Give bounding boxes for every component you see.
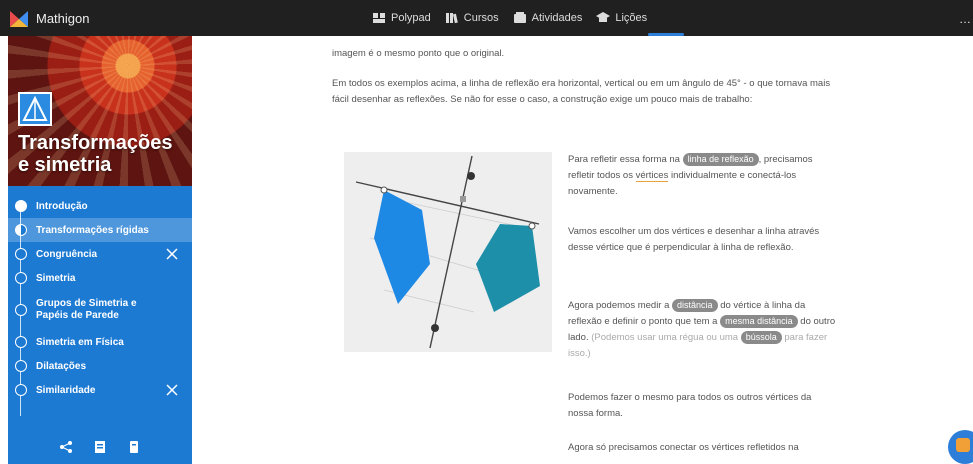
toc-done-icon: [15, 200, 27, 212]
toc-item-transformacoes-rigidas[interactable]: Transformações rígidas: [8, 218, 192, 242]
toc-item-label: Grupos de Simetria e Papéis de Parede: [36, 298, 137, 321]
paragraph: Em todos os exemplos acima, a linha de r…: [332, 78, 831, 105]
nav-cursos-label: Cursos: [463, 12, 499, 24]
distance-pill[interactable]: distância: [672, 299, 718, 312]
vertex-point: [528, 222, 536, 230]
toc-todo-icon: [15, 384, 27, 396]
toc-progress-icon: [15, 224, 27, 236]
vertices-glossary-link[interactable]: vértices: [635, 170, 669, 182]
toc-item-label: Dilatações: [36, 360, 87, 372]
courses-icon: [445, 13, 458, 24]
line-handle: [431, 324, 439, 332]
original-shape: [374, 190, 430, 304]
main-nav: Polypad Cursos Atividades Lições: [372, 11, 647, 25]
toc-item-label: Congruência: [36, 248, 98, 260]
reflection-figure[interactable]: [344, 152, 552, 352]
top-bar: Mathigon Polypad Cursos Atividades Liçõe…: [0, 0, 973, 36]
toc-todo-icon: [15, 272, 27, 284]
right-angle-marker: [460, 196, 466, 202]
same-distance-pill[interactable]: mesma distância: [720, 315, 798, 328]
paragraph: imagem é o mesmo ponto que o original.: [332, 48, 505, 59]
assistant-button[interactable]: [948, 430, 973, 464]
fox-icon: [956, 438, 970, 452]
step-text: Agora podemos medir a distância do vérti…: [568, 298, 838, 362]
reflection-line-pill[interactable]: linha de reflexão: [682, 153, 759, 166]
step-text: Agora só precisamos conectar os vértices…: [568, 442, 799, 453]
step-text: Para refletir essa forma na linha de ref…: [568, 152, 838, 200]
lessons-icon: [596, 12, 611, 22]
toc-item-grupos-de-simetria[interactable]: Grupos de Simetria e Papéis de Parede: [8, 290, 192, 330]
toc-item-introducao[interactable]: Introdução: [8, 194, 192, 218]
compass-pill[interactable]: bússola: [740, 331, 782, 344]
toc-todo-icon: [15, 248, 27, 260]
nav-licoes-label: Lições: [615, 12, 648, 24]
step-text-part: Para refletir essa forma na: [568, 154, 680, 165]
toc-item-similaridade[interactable]: Similaridade: [8, 378, 192, 402]
notes-icon[interactable]: [127, 440, 141, 454]
sidebar-actions: [8, 430, 192, 464]
vertex-point: [380, 186, 388, 194]
hint-text: (Podemos usar uma régua ou uma: [591, 332, 739, 343]
toc-item-simetria-em-fisica[interactable]: Simetria em Física: [8, 330, 192, 354]
toc-item-label: Simetria: [36, 272, 76, 284]
toc-todo-icon: [15, 360, 27, 372]
nav-atividades-label: Atividades: [531, 12, 583, 24]
nav-cursos[interactable]: Cursos: [445, 11, 499, 25]
toc-item-congruencia[interactable]: Congruência: [8, 242, 192, 266]
toc-todo-icon: [15, 304, 27, 316]
nav-polypad-label: Polypad: [391, 12, 431, 24]
course-sidebar: Transformações e simetria Introdução Tra…: [8, 36, 192, 464]
nav-polypad[interactable]: Polypad: [372, 11, 431, 25]
brand[interactable]: Mathigon: [10, 9, 89, 27]
toc-item-label: Similaridade: [36, 384, 96, 396]
toc-item-label: Transformações rígidas: [36, 224, 149, 236]
toc-item-dilatacoes[interactable]: Dilatações: [8, 354, 192, 378]
line-handle: [467, 172, 475, 180]
reflection-diagram: [355, 155, 540, 349]
nav-licoes[interactable]: Lições: [596, 11, 647, 25]
share-icon[interactable]: [59, 440, 73, 454]
toc-item-simetria[interactable]: Simetria: [8, 266, 192, 290]
course-title: Transformações e simetria: [18, 132, 173, 176]
course-hero-image: Transformações e simetria: [8, 36, 192, 186]
table-of-contents: Introdução Transformações rígidas Congru…: [8, 186, 192, 416]
brand-name: Mathigon: [36, 10, 90, 26]
mathigon-logo-icon: [10, 11, 28, 27]
account-menu[interactable]: …: [959, 12, 971, 26]
polypad-icon: [373, 13, 385, 23]
tools-icon: [166, 384, 178, 396]
toc-todo-icon: [15, 336, 27, 348]
step-text: Vamos escolher um dos vértices e desenha…: [568, 226, 820, 253]
toc-item-label: Introdução: [36, 200, 88, 212]
step-text: Podemos fazer o mesmo para todos os outr…: [568, 392, 812, 419]
toc-item-label: Simetria em Física: [36, 336, 124, 348]
nav-atividades[interactable]: Atividades: [513, 11, 583, 25]
step-text-part: Agora podemos medir a: [568, 300, 670, 311]
glossary-icon[interactable]: [93, 440, 107, 454]
reflected-shape: [476, 224, 540, 312]
course-icon: [18, 92, 52, 126]
perpendicular-line: [429, 155, 473, 349]
activities-icon: [513, 12, 526, 23]
nav-active-indicator: [648, 33, 684, 36]
tools-icon: [166, 248, 178, 260]
